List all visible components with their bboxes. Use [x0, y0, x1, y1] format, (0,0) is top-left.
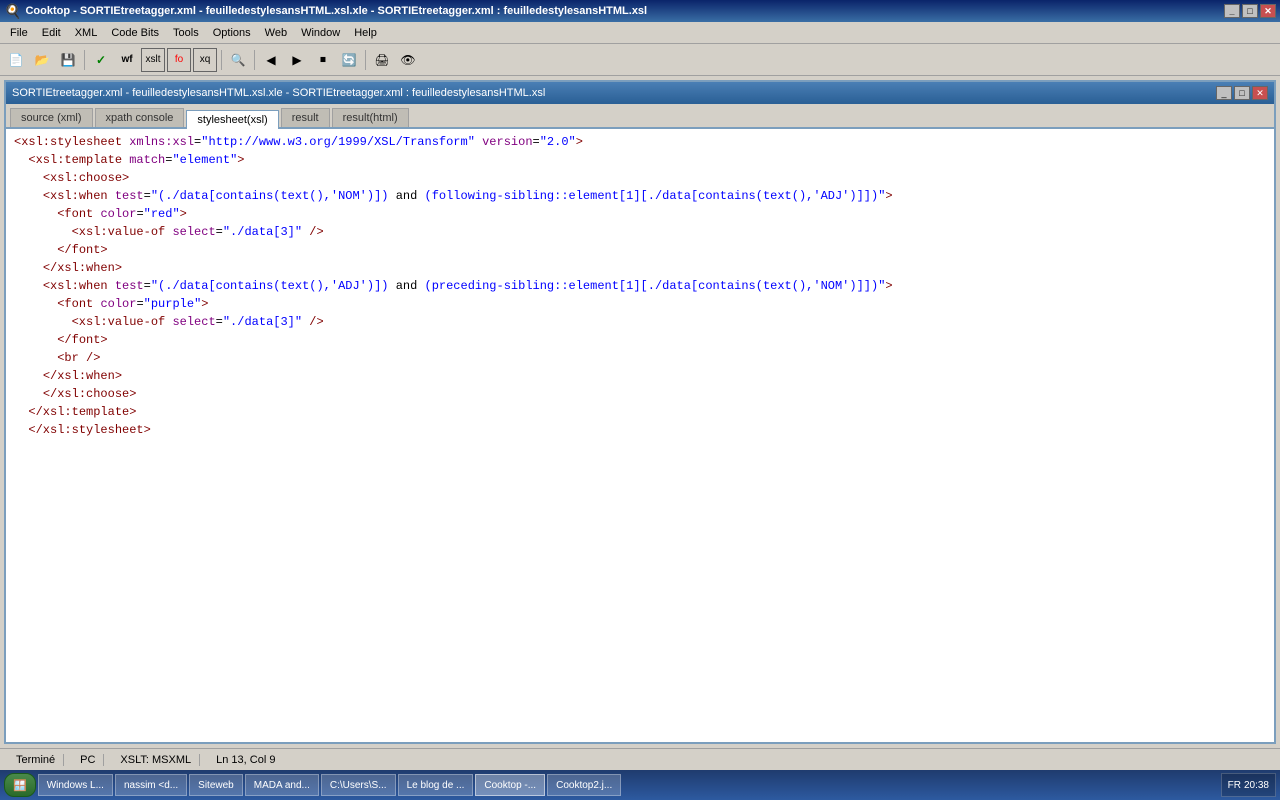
- toolbar-separator-2: [221, 50, 222, 70]
- taskbar-item-4[interactable]: C:\Users\S...: [321, 774, 396, 796]
- preview-button[interactable]: 👁: [396, 48, 420, 72]
- menu-file[interactable]: File: [4, 25, 34, 41]
- code-line-9: <xsl:when test="(./data[contains(text(),…: [14, 277, 1266, 295]
- print-button[interactable]: 🖨: [370, 48, 394, 72]
- menu-xml[interactable]: XML: [69, 25, 104, 41]
- xslfo-button[interactable]: fo: [167, 48, 191, 72]
- document-title-bar: SORTIEtreetagger.xml - feuilledestylesan…: [6, 82, 1274, 104]
- validate-button[interactable]: ✓: [89, 48, 113, 72]
- code-line-17: </xsl:stylesheet>: [14, 421, 1266, 439]
- open-button[interactable]: 📂: [30, 48, 54, 72]
- forward-button[interactable]: ▶: [285, 48, 309, 72]
- code-line-11: <xsl:value-of select="./data[3]" />: [14, 313, 1266, 331]
- tab-xpath[interactable]: xpath console: [95, 108, 185, 127]
- code-line-2: <xsl:template match="element">: [14, 151, 1266, 169]
- taskbar-right: FR 20:38: [1221, 773, 1276, 797]
- code-line-12: </font>: [14, 331, 1266, 349]
- toolbar-separator-1: [84, 50, 85, 70]
- menu-tools[interactable]: Tools: [167, 25, 205, 41]
- code-line-3: <xsl:choose>: [14, 169, 1266, 187]
- lang-indicator: FR: [1228, 780, 1241, 791]
- refresh-button[interactable]: 🔄: [337, 48, 361, 72]
- sys-tray: FR 20:38: [1221, 773, 1276, 797]
- taskbar-item-7[interactable]: Cooktop2.j...: [547, 774, 621, 796]
- title-bar-controls: _ □ ✕: [1224, 4, 1276, 18]
- menu-help[interactable]: Help: [348, 25, 383, 41]
- stop-button[interactable]: ⏹: [311, 48, 335, 72]
- maximize-button[interactable]: □: [1242, 4, 1258, 18]
- code-line-14: </xsl:when>: [14, 367, 1266, 385]
- taskbar-item-3[interactable]: MADA and...: [245, 774, 319, 796]
- status-xslt: XSLT: MSXML: [112, 754, 200, 766]
- status-text: Terminé: [8, 754, 64, 766]
- code-line-4: <xsl:when test="(./data[contains(text(),…: [14, 187, 1266, 205]
- taskbar-item-5[interactable]: Le blog de ...: [398, 774, 474, 796]
- clock: 20:38: [1244, 780, 1269, 791]
- taskbar-item-6[interactable]: Cooktop -...: [475, 774, 545, 796]
- toolbar-separator-3: [254, 50, 255, 70]
- taskbar-item-0[interactable]: Windows L...: [38, 774, 113, 796]
- code-line-5: <font color="red">: [14, 205, 1266, 223]
- status-pc: PC: [72, 754, 104, 766]
- menu-bar: File Edit XML Code Bits Tools Options We…: [0, 22, 1280, 44]
- new-button[interactable]: 📄: [4, 48, 28, 72]
- xquery-button[interactable]: xq: [193, 48, 217, 72]
- minimize-button[interactable]: _: [1224, 4, 1240, 18]
- main-window: SORTIEtreetagger.xml - feuilledestylesan…: [4, 80, 1276, 744]
- app-title: Cooktop - SORTIEtreetagger.xml - feuille…: [25, 5, 647, 17]
- document-title: SORTIEtreetagger.xml - feuilledestylesan…: [12, 87, 545, 99]
- wellformed-button[interactable]: wf: [115, 48, 139, 72]
- menu-window[interactable]: Window: [295, 25, 346, 41]
- title-bar: 🍳 Cooktop - SORTIEtreetagger.xml - feuil…: [0, 0, 1280, 22]
- taskbar-item-1[interactable]: nassim <d...: [115, 774, 187, 796]
- save-button[interactable]: 💾: [56, 48, 80, 72]
- menu-web[interactable]: Web: [259, 25, 293, 41]
- find-button[interactable]: 🔍: [226, 48, 250, 72]
- back-button[interactable]: ◀: [259, 48, 283, 72]
- toolbar: 📄 📂 💾 ✓ wf xslt fo xq 🔍 ◀ ▶ ⏹ 🔄 🖨 👁: [0, 44, 1280, 76]
- code-line-15: </xsl:choose>: [14, 385, 1266, 403]
- start-orb: 🪟: [13, 779, 27, 792]
- taskbar-item-2[interactable]: Siteweb: [189, 774, 243, 796]
- tab-result-html[interactable]: result(html): [332, 108, 409, 127]
- doc-close-button[interactable]: ✕: [1252, 86, 1268, 100]
- title-bar-title-area: 🍳 Cooktop - SORTIEtreetagger.xml - feuil…: [4, 3, 647, 20]
- code-line-7: </font>: [14, 241, 1266, 259]
- code-line-8: </xsl:when>: [14, 259, 1266, 277]
- tab-stylesheet[interactable]: stylesheet(xsl): [186, 110, 278, 129]
- taskbar: 🪟 Windows L... nassim <d... Siteweb MADA…: [0, 770, 1280, 800]
- tab-source[interactable]: source (xml): [10, 108, 93, 127]
- doc-maximize-button[interactable]: □: [1234, 86, 1250, 100]
- xslt-button[interactable]: xslt: [141, 48, 165, 72]
- doc-minimize-button[interactable]: _: [1216, 86, 1232, 100]
- code-line-6: <xsl:value-of select="./data[3]" />: [14, 223, 1266, 241]
- menu-codebits[interactable]: Code Bits: [105, 25, 165, 41]
- toolbar-separator-4: [365, 50, 366, 70]
- start-button[interactable]: 🪟: [4, 773, 36, 797]
- menu-options[interactable]: Options: [207, 25, 257, 41]
- document-tabs: source (xml) xpath console stylesheet(xs…: [6, 104, 1274, 129]
- tab-result[interactable]: result: [281, 108, 330, 127]
- document-controls: _ □ ✕: [1216, 86, 1268, 100]
- close-button[interactable]: ✕: [1260, 4, 1276, 18]
- status-position: Ln 13, Col 9: [208, 754, 283, 766]
- code-line-1: <xsl:stylesheet xmlns:xsl="http://www.w3…: [14, 133, 1266, 151]
- code-line-10: <font color="purple">: [14, 295, 1266, 313]
- code-editor[interactable]: <xsl:stylesheet xmlns:xsl="http://www.w3…: [6, 129, 1274, 737]
- code-line-13: <br />: [14, 349, 1266, 367]
- menu-edit[interactable]: Edit: [36, 25, 67, 41]
- status-bar: Terminé PC XSLT: MSXML Ln 13, Col 9: [0, 748, 1280, 770]
- code-line-16: </xsl:template>: [14, 403, 1266, 421]
